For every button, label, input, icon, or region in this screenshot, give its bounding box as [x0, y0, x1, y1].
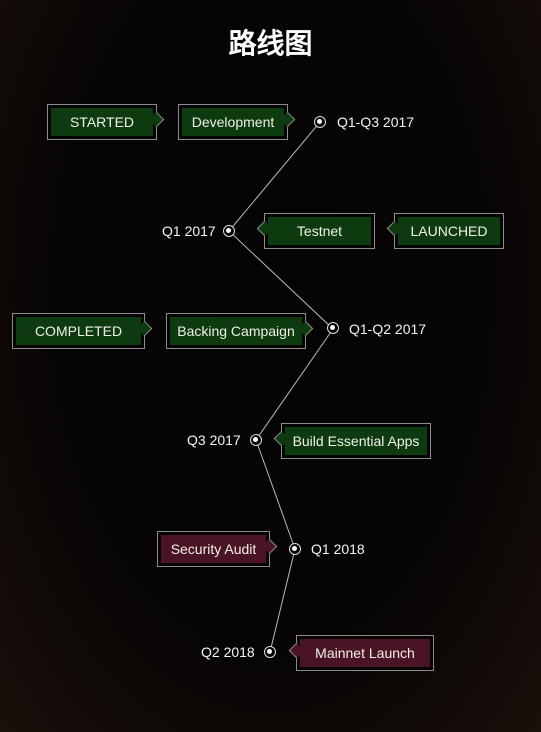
tag-completed: COMPLETED [12, 313, 145, 349]
tag-started: STARTED [47, 104, 157, 140]
milestone-date: Q1-Q3 2017 [337, 114, 415, 130]
milestone-node [314, 116, 326, 128]
milestone-node [264, 646, 276, 658]
tag-launched: LAUNCHED [394, 213, 504, 249]
milestone-date: Q2 2018 [201, 644, 255, 660]
tag-mainnet-launch: Mainnet Launch [296, 635, 434, 671]
milestone-node [327, 322, 339, 334]
milestone-date: Q1 2017 [162, 223, 216, 239]
milestone-node [223, 225, 235, 237]
milestone-node [289, 543, 301, 555]
tag-security-audit: Security Audit [157, 531, 270, 567]
milestone-date: Q1-Q2 2017 [349, 321, 427, 337]
milestone-date: Q1 2018 [311, 541, 365, 557]
tag-testnet: Testnet [264, 213, 375, 249]
tag-backing-campaign: Backing Campaign [166, 313, 306, 349]
tag-build-essential-apps: Build Essential Apps [281, 423, 431, 459]
milestone-date: Q3 2017 [187, 432, 241, 448]
tag-development: Development [178, 104, 288, 140]
milestone-node [250, 434, 262, 446]
